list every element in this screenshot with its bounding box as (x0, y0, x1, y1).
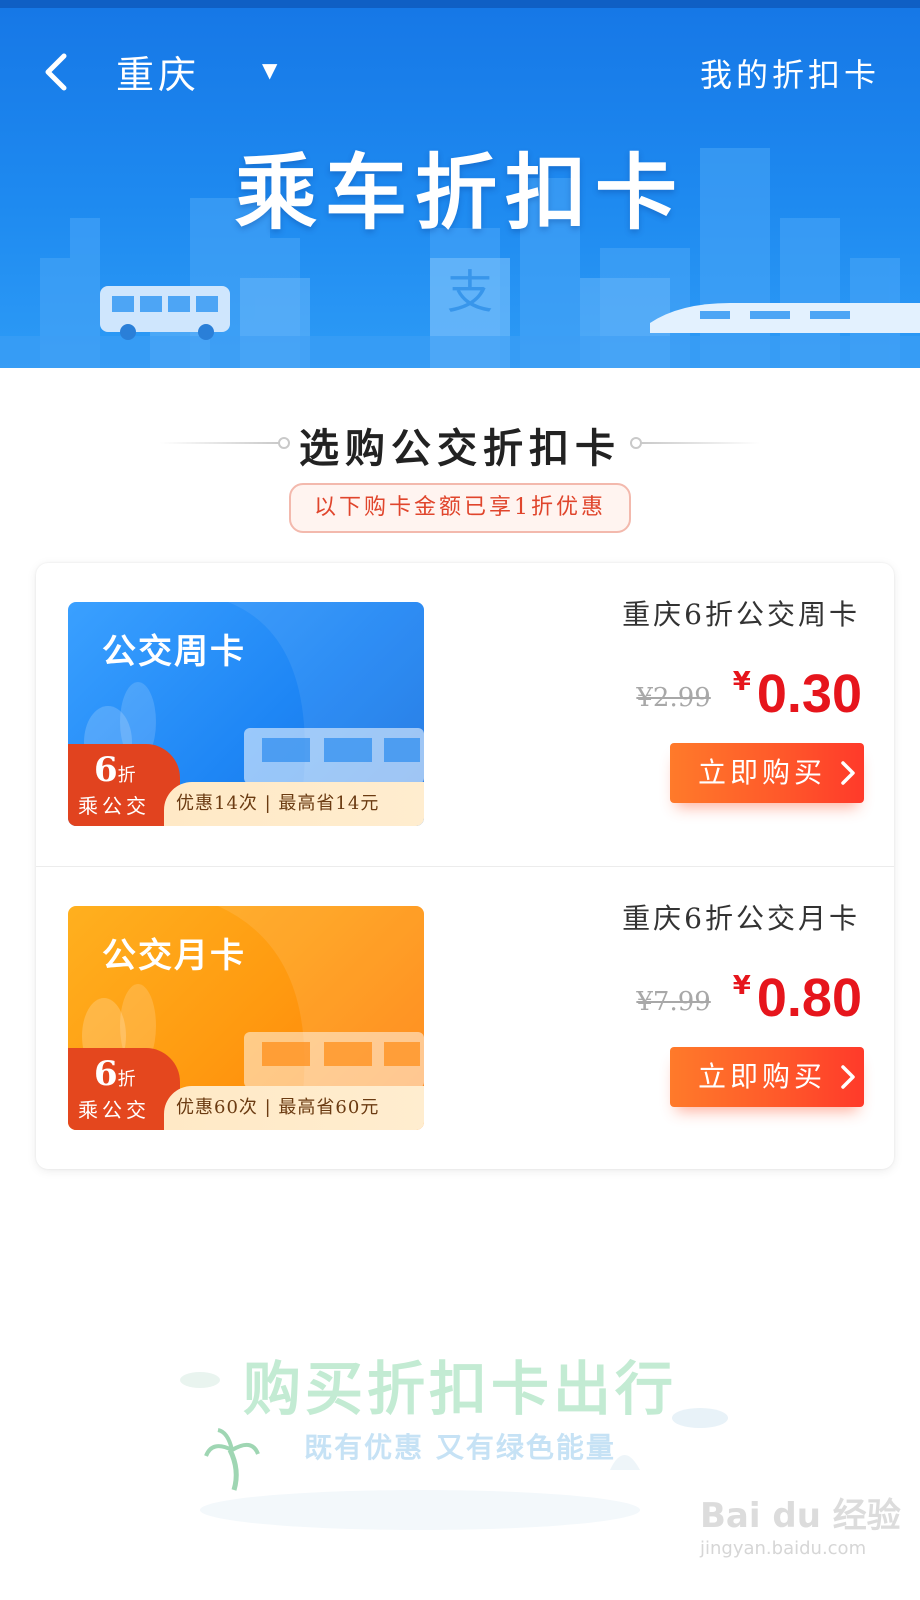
buy-now-button[interactable]: 立即购买 (670, 743, 864, 803)
card-image-monthly[interactable]: 公交月卡 6折 乘公交 优惠60次 | 最高省60元 (68, 906, 424, 1130)
badge-percent: 6折 (94, 1054, 136, 1094)
buy-button-label: 立即购买 (698, 1060, 827, 1093)
card-benefit-strip: 优惠60次 | 最高省60元 (164, 1086, 424, 1130)
city-selector-label[interactable]: 重庆 (116, 44, 200, 99)
chevron-left-icon (45, 53, 67, 91)
product-list: 公交周卡 6折 乘公交 优惠14次 | 最高省14元 重庆6折公交周卡 ¥2.9… (36, 563, 894, 1169)
current-price: ¥ 0.30 (733, 663, 862, 725)
watermark-logo: Bai du 经验 (700, 1496, 901, 1536)
currency-symbol: ¥ (732, 667, 751, 697)
price-row: ¥7.99 ¥ 0.80 (636, 959, 862, 1029)
original-price: ¥7.99 (636, 987, 711, 1017)
product-item-weekly: 公交周卡 6折 乘公交 优惠14次 | 最高省14元 重庆6折公交周卡 ¥2.9… (36, 563, 894, 866)
divider-right (640, 442, 760, 444)
card-benefit-strip: 优惠14次 | 最高省14元 (164, 782, 424, 826)
badge-percent-value: 6 (94, 750, 118, 790)
badge-percent-unit: 折 (117, 1069, 136, 1090)
badge-percent-value: 6 (94, 1054, 118, 1094)
hero-title: 乘车折扣卡 (234, 146, 685, 241)
buy-now-button[interactable]: 立即购买 (670, 1047, 864, 1107)
current-price: ¥ 0.80 (733, 967, 862, 1029)
back-button[interactable] (36, 48, 76, 96)
card-name: 公交月卡 (102, 936, 246, 976)
section-title: 选购公交折扣卡 (299, 425, 621, 472)
chevron-right-icon (841, 1065, 855, 1089)
price-value: 0.30 (756, 664, 862, 724)
my-discount-cards-link[interactable]: 我的折扣卡 (700, 50, 880, 96)
svg-text:支: 支 (447, 265, 493, 319)
discount-note-badge: 以下购卡金额已享1折优惠 (289, 483, 631, 533)
price-value: 0.80 (756, 968, 862, 1028)
watermark-url: jingyan.baidu.com (700, 1538, 867, 1559)
header-banner: 支 重庆 ▼ 我的折扣卡 乘车折扣卡 (0, 0, 920, 368)
status-bar-strip (0, 0, 920, 8)
currency-symbol: ¥ (732, 971, 751, 1001)
section-heading: 选购公交折扣卡 (0, 412, 920, 472)
price-row: ¥2.99 ¥ 0.30 (636, 655, 862, 725)
promo-title: 购买折扣卡出行 (242, 1355, 677, 1423)
badge-percent: 6折 (94, 750, 136, 790)
card-name: 公交周卡 (102, 632, 246, 672)
original-price: ¥2.99 (636, 683, 711, 713)
product-title: 重庆6折公交月卡 (622, 902, 860, 935)
promo-subtitle: 既有优惠 又有绿色能量 (304, 1431, 616, 1464)
badge-subtitle: 乘公交 (78, 1098, 150, 1122)
buy-button-label: 立即购买 (698, 756, 827, 789)
product-item-monthly: 公交月卡 6折 乘公交 优惠60次 | 最高省60元 重庆6折公交月卡 ¥7.9… (36, 866, 894, 1169)
caret-down-icon[interactable]: ▼ (262, 58, 277, 82)
card-image-weekly[interactable]: 公交周卡 6折 乘公交 优惠14次 | 最高省14元 (68, 602, 424, 826)
badge-percent-unit: 折 (117, 765, 136, 786)
chevron-right-icon (841, 761, 855, 785)
product-title: 重庆6折公交周卡 (622, 598, 860, 631)
badge-subtitle: 乘公交 (78, 794, 150, 818)
